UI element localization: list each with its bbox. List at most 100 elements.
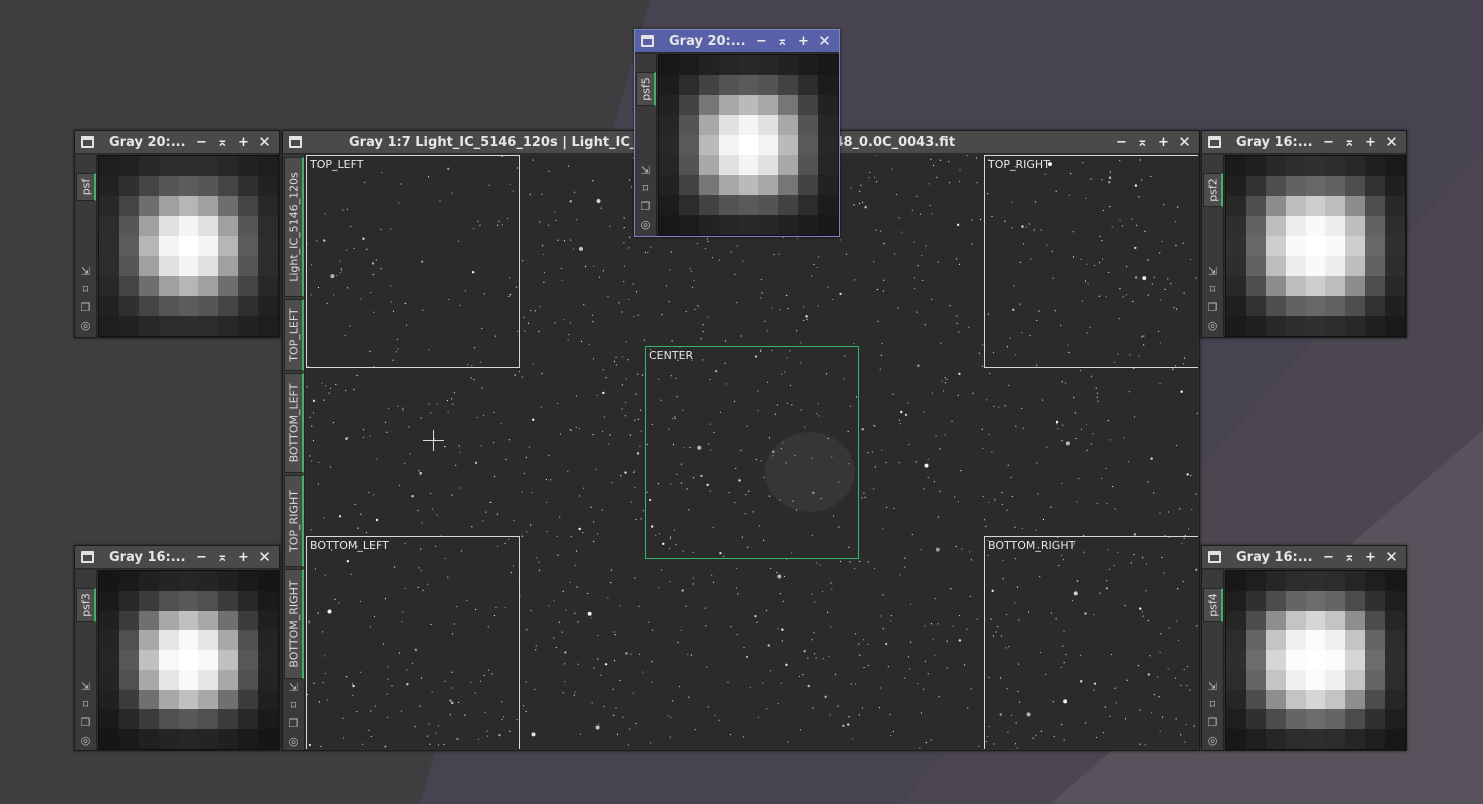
minimize-icon[interactable]: − bbox=[1111, 131, 1132, 154]
tab-top-left[interactable]: TOP_LEFT bbox=[284, 299, 304, 371]
psf-pixel bbox=[798, 195, 819, 215]
target-icon[interactable]: ◎ bbox=[79, 734, 92, 747]
fit-icon[interactable]: ⌑ bbox=[1206, 283, 1219, 296]
clone-icon[interactable]: ❐ bbox=[1206, 716, 1219, 729]
target-icon[interactable]: ◎ bbox=[1206, 319, 1219, 332]
psf-pixel bbox=[758, 55, 779, 75]
window-icon[interactable] bbox=[1208, 551, 1221, 563]
roi-top-left[interactable]: TOP_LEFT bbox=[306, 155, 520, 368]
star bbox=[881, 342, 883, 345]
star bbox=[630, 653, 632, 655]
maximize-icon[interactable]: + bbox=[233, 546, 254, 569]
close-icon[interactable]: ✕ bbox=[1174, 131, 1195, 154]
shade-icon[interactable]: ⌅ bbox=[212, 546, 233, 569]
clone-icon[interactable]: ❐ bbox=[79, 301, 92, 314]
close-icon[interactable]: ✕ bbox=[1381, 131, 1402, 154]
clone-icon[interactable]: ❐ bbox=[1206, 301, 1219, 314]
psf-window[interactable]: Gray 16:... − ⌅ + ✕ psf4 ⇲ ⌑ ❐ ◎ bbox=[1201, 545, 1407, 751]
tab-psf2-view[interactable]: psf2 bbox=[1203, 173, 1223, 207]
tab-top-right[interactable]: TOP_RIGHT bbox=[284, 475, 304, 567]
close-icon[interactable]: ✕ bbox=[814, 30, 835, 53]
fit-icon[interactable]: ⌑ bbox=[287, 699, 300, 712]
star bbox=[702, 330, 704, 333]
star bbox=[776, 571, 778, 574]
close-icon[interactable]: ✕ bbox=[254, 546, 275, 569]
psf-window[interactable]: Gray 16:... − ⌅ + ✕ psf2 ⇲ ⌑ ❐ ◎ bbox=[1201, 130, 1407, 338]
window-icon[interactable] bbox=[81, 551, 94, 563]
psf-window-titlebar[interactable]: Gray 16:... − ⌅ + ✕ bbox=[1202, 131, 1406, 154]
tab-psf3-view[interactable]: psf3 bbox=[76, 588, 96, 622]
minimize-icon[interactable]: − bbox=[1318, 131, 1339, 154]
psf-window[interactable]: Gray 20:... − ⌅ + ✕ psf ⇲ ⌑ ❐ ◎ bbox=[74, 130, 280, 338]
fit-icon[interactable]: ⌑ bbox=[639, 182, 652, 195]
psf-window-titlebar[interactable]: Gray 16:... − ⌅ + ✕ bbox=[1202, 546, 1406, 569]
tab-psf-view[interactable]: psf bbox=[76, 173, 96, 201]
resize-icon[interactable]: ⇲ bbox=[1206, 680, 1219, 693]
minimize-icon[interactable]: − bbox=[191, 546, 212, 569]
star bbox=[1150, 457, 1153, 460]
minimize-icon[interactable]: − bbox=[191, 131, 212, 154]
maximize-icon[interactable]: + bbox=[233, 131, 254, 154]
star bbox=[644, 251, 647, 254]
tab-bottom-left[interactable]: BOTTOM_LEFT bbox=[284, 373, 304, 473]
tab-bottom-right[interactable]: BOTTOM_RIGHT bbox=[284, 569, 304, 679]
resize-icon[interactable]: ⇲ bbox=[1206, 265, 1219, 278]
psf-pixel bbox=[238, 709, 259, 730]
target-icon[interactable]: ◎ bbox=[1206, 734, 1219, 747]
roi-top-right[interactable]: TOP_RIGHT bbox=[984, 155, 1198, 368]
maximize-icon[interactable]: + bbox=[793, 30, 814, 53]
psf-window-titlebar[interactable]: Gray 20:... − ⌅ + ✕ bbox=[75, 131, 279, 154]
roi-bottom-right[interactable]: BOTTOM_RIGHT bbox=[984, 536, 1198, 749]
tab-psf5-view[interactable]: psf5 bbox=[636, 72, 656, 106]
psf-window-active[interactable]: Gray 20:... − ⌅ + ✕ psf5 ⇲ ⌑ ❐ ◎ bbox=[634, 29, 840, 237]
resize-icon[interactable]: ⇲ bbox=[287, 681, 300, 694]
psf-window-titlebar[interactable]: Gray 20:... − ⌅ + ✕ bbox=[635, 30, 839, 53]
shade-icon[interactable]: ⌅ bbox=[1339, 546, 1360, 569]
window-icon[interactable] bbox=[1208, 136, 1221, 148]
close-icon[interactable]: ✕ bbox=[254, 131, 275, 154]
target-icon[interactable]: ◎ bbox=[287, 735, 300, 748]
window-icon[interactable] bbox=[289, 136, 302, 148]
fit-icon[interactable]: ⌑ bbox=[79, 698, 92, 711]
psf-pixel bbox=[258, 729, 278, 749]
star bbox=[711, 257, 714, 259]
target-icon[interactable]: ◎ bbox=[79, 319, 92, 332]
star bbox=[892, 731, 894, 733]
window-icon[interactable] bbox=[81, 136, 94, 148]
star bbox=[769, 567, 772, 570]
maximize-icon[interactable]: + bbox=[1360, 131, 1381, 154]
psf-pixel bbox=[258, 216, 278, 236]
shade-icon[interactable]: ⌅ bbox=[772, 30, 793, 53]
clone-icon[interactable]: ❐ bbox=[79, 716, 92, 729]
image-viewport[interactable]: TOP_LEFT TOP_RIGHT CENTER BOTTOM_LEFT BO… bbox=[306, 155, 1198, 749]
minimize-icon[interactable]: − bbox=[1318, 546, 1339, 569]
star bbox=[968, 326, 970, 328]
maximize-icon[interactable]: + bbox=[1153, 131, 1174, 154]
psf-pixel bbox=[758, 215, 779, 235]
fit-icon[interactable]: ⌑ bbox=[79, 283, 92, 296]
psf-window[interactable]: Gray 16:... − ⌅ + ✕ psf3 ⇲ ⌑ ❐ ◎ bbox=[74, 545, 280, 751]
resize-icon[interactable]: ⇲ bbox=[79, 680, 92, 693]
shade-icon[interactable]: ⌅ bbox=[1132, 131, 1153, 154]
resize-icon[interactable]: ⇲ bbox=[639, 164, 652, 177]
minimize-icon[interactable]: − bbox=[751, 30, 772, 53]
maximize-icon[interactable]: + bbox=[1360, 546, 1381, 569]
star bbox=[890, 620, 892, 622]
tab-main-view[interactable]: Light_IC_5146_120s bbox=[284, 157, 304, 297]
psf-window-titlebar[interactable]: Gray 16:... − ⌅ + ✕ bbox=[75, 546, 279, 569]
target-icon[interactable]: ◎ bbox=[639, 218, 652, 231]
clone-icon[interactable]: ❐ bbox=[639, 200, 652, 213]
fit-icon[interactable]: ⌑ bbox=[1206, 698, 1219, 711]
resize-icon[interactable]: ⇲ bbox=[79, 265, 92, 278]
roi-center[interactable]: CENTER bbox=[645, 346, 859, 559]
window-icon[interactable] bbox=[641, 35, 654, 47]
star bbox=[976, 618, 978, 620]
star bbox=[937, 623, 939, 625]
shade-icon[interactable]: ⌅ bbox=[1339, 131, 1360, 154]
star bbox=[1078, 478, 1080, 480]
roi-bottom-left[interactable]: BOTTOM_LEFT bbox=[306, 536, 520, 749]
shade-icon[interactable]: ⌅ bbox=[212, 131, 233, 154]
close-icon[interactable]: ✕ bbox=[1381, 546, 1402, 569]
clone-icon[interactable]: ❐ bbox=[287, 717, 300, 730]
tab-psf4-view[interactable]: psf4 bbox=[1203, 588, 1223, 622]
